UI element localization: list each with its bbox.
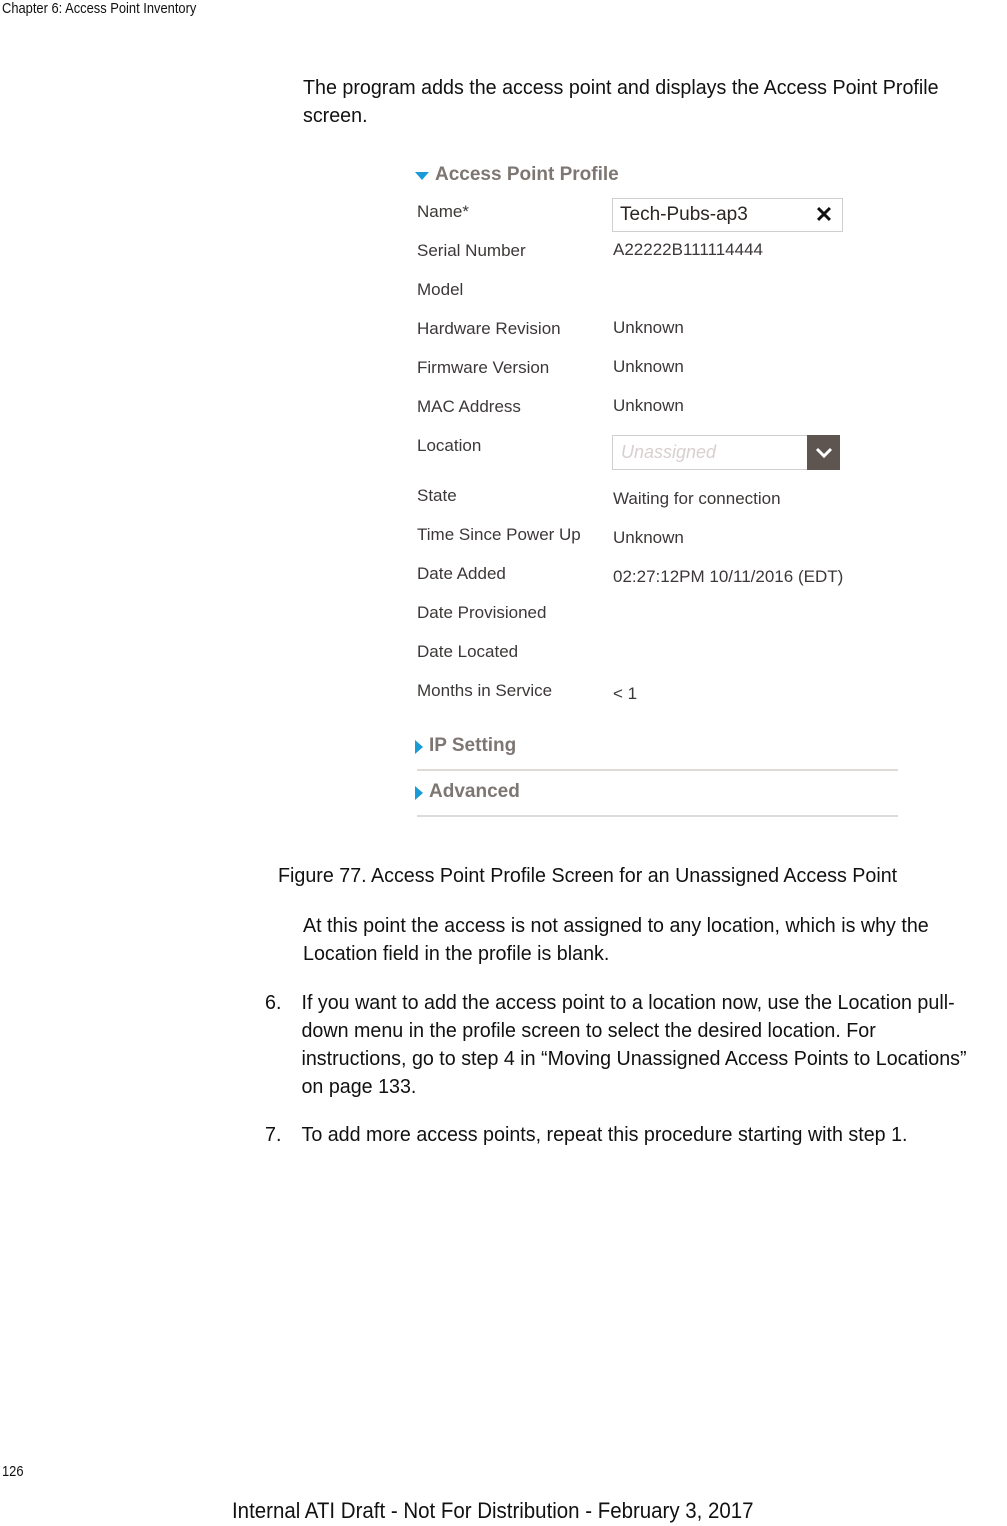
mac-address-label: MAC Address — [417, 397, 521, 416]
step-text: If you want to add the access point to a… — [301, 991, 967, 1098]
chevron-down-icon — [815, 447, 832, 458]
explanation-paragraph: At this point the access is not assigned… — [303, 914, 929, 965]
section-title: IP Setting — [429, 735, 517, 756]
triangle-right-icon — [415, 786, 423, 800]
location-dropdown-button[interactable] — [807, 435, 840, 470]
hardware-revision-value: Unknown — [613, 318, 684, 337]
section-divider — [417, 769, 898, 771]
triangle-right-icon — [415, 740, 423, 754]
months-in-service-value: < 1 — [613, 684, 638, 703]
location-placeholder: Unassigned — [621, 442, 717, 462]
section-header-access-point-profile[interactable]: Access Point Profile — [415, 164, 619, 186]
section-header-ip-setting[interactable]: IP Setting — [415, 735, 516, 757]
name-label: Name* — [417, 202, 469, 221]
step-number: 7. — [265, 1123, 282, 1146]
date-added-label: Date Added — [417, 564, 506, 583]
running-header: Chapter 6: Access Point Inventory — [2, 0, 197, 17]
name-field[interactable]: ✕ — [612, 198, 843, 232]
page-number: 126 — [2, 1463, 24, 1480]
months-in-service-label: Months in Service — [417, 681, 553, 700]
intro-paragraph: The program adds the access point and di… — [303, 76, 939, 127]
name-input[interactable] — [613, 204, 810, 226]
date-provisioned-label: Date Provisioned — [417, 603, 547, 622]
mac-address-value: Unknown — [613, 396, 684, 415]
model-label: Model — [417, 280, 464, 299]
state-value: Waiting for connection — [613, 489, 781, 508]
location-select[interactable]: Unassigned — [612, 435, 840, 470]
serial-number-value: A22222B111114444 — [613, 240, 763, 259]
section-title: Advanced — [429, 781, 520, 802]
time-since-power-up-value: Unknown — [613, 528, 684, 547]
step-text: To add more access points, repeat this p… — [301, 1123, 908, 1146]
firmware-version-label: Firmware Version — [417, 358, 550, 377]
close-x-icon[interactable]: ✕ — [814, 203, 834, 227]
serial-number-label: Serial Number — [417, 241, 526, 260]
triangle-down-icon — [415, 172, 429, 180]
state-label: State — [417, 486, 457, 505]
time-since-power-up-label: Time Since Power Up — [417, 525, 581, 544]
date-located-label: Date Located — [417, 642, 519, 661]
draft-footer: Internal ATI Draft - Not For Distributio… — [232, 1498, 754, 1523]
section-header-advanced[interactable]: Advanced — [415, 781, 520, 803]
hardware-revision-label: Hardware Revision — [417, 319, 561, 338]
location-label: Location — [417, 436, 482, 455]
firmware-version-value: Unknown — [613, 357, 684, 376]
access-point-profile-figure: Access Point Profile Name* ✕ Serial Numb… — [405, 158, 905, 828]
date-added-value: 02:27:12PM 10/11/2016 (EDT) — [613, 567, 844, 586]
figure-caption: Figure 77. Access Point Profile Screen f… — [278, 864, 898, 887]
section-divider — [417, 815, 898, 817]
section-title: Access Point Profile — [435, 164, 619, 185]
step-number: 6. — [265, 991, 282, 1014]
